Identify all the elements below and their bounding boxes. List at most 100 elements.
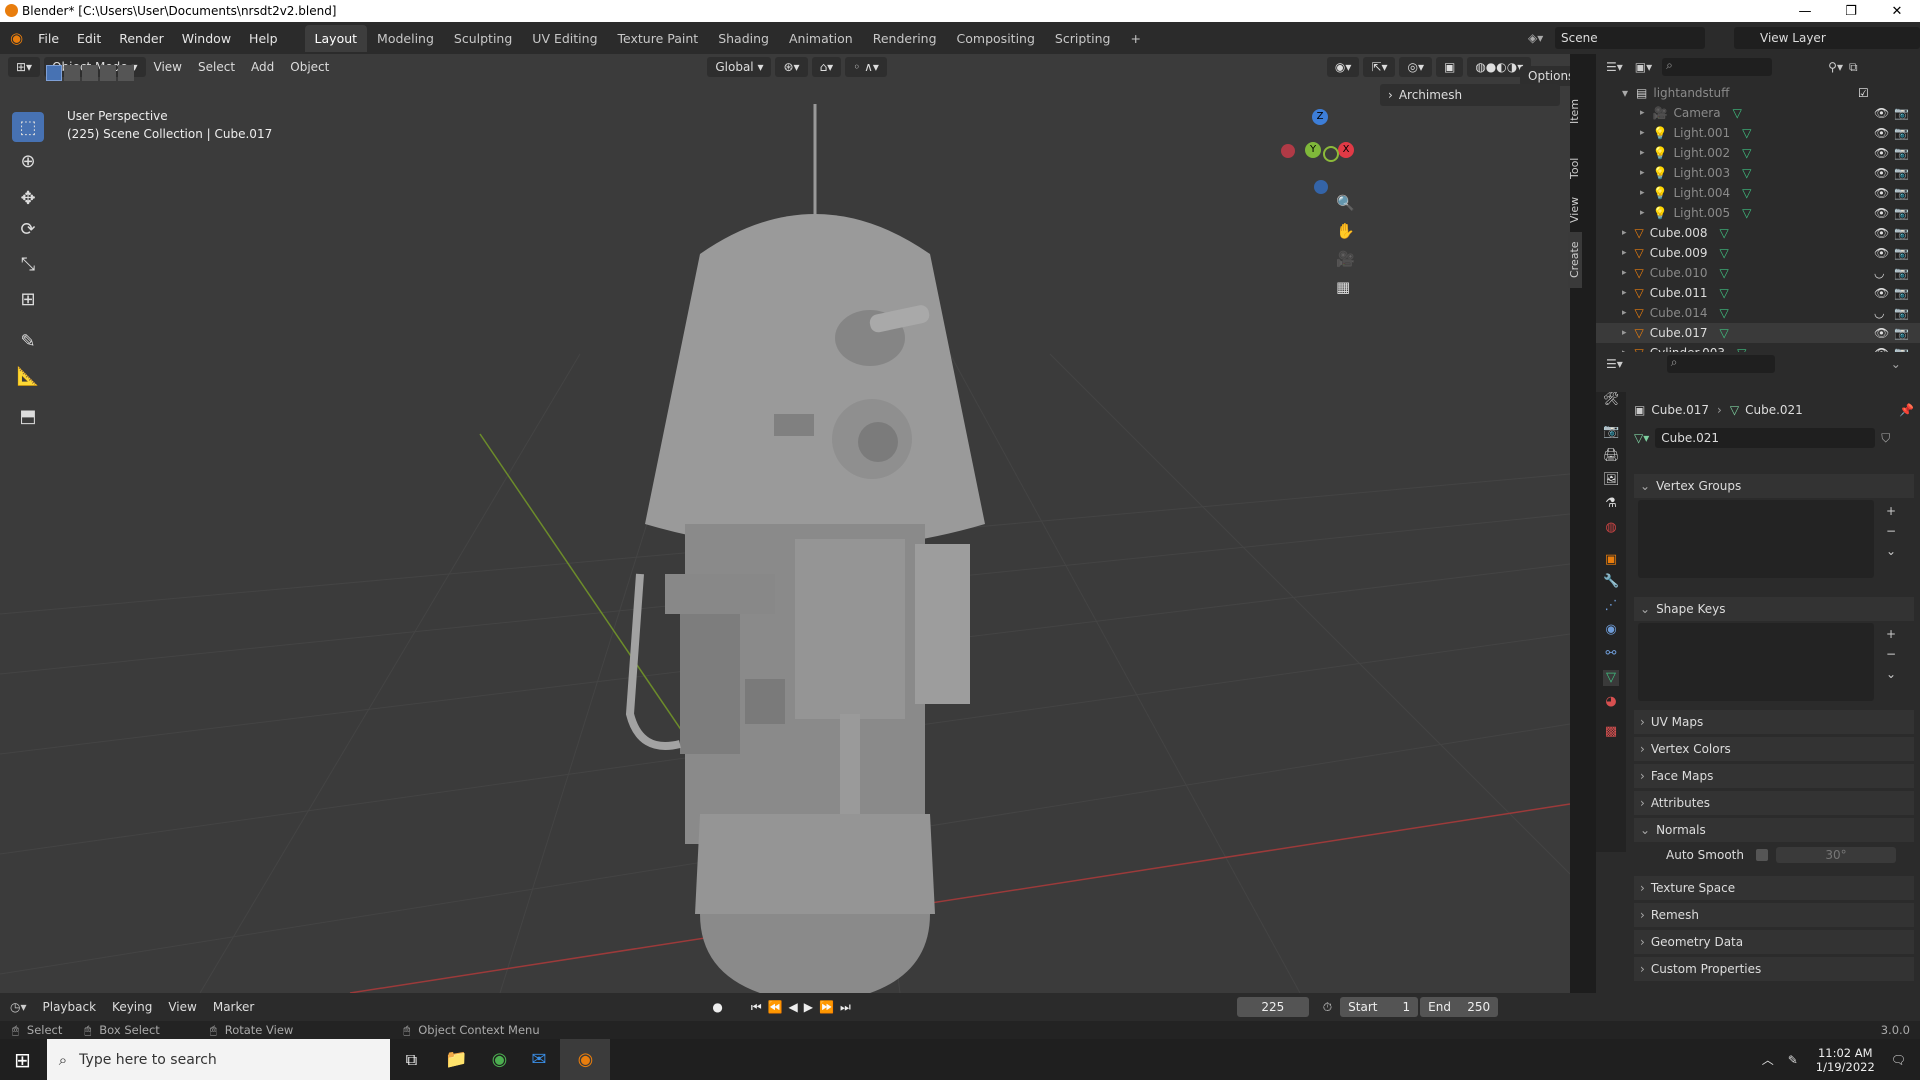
properties-editor-icon[interactable]: ☰▾	[1606, 357, 1623, 371]
outliner-item[interactable]: ▸ ▽ Cube.017 ▽ 👁 📷	[1596, 323, 1920, 343]
timeline-menu-marker[interactable]: Marker	[205, 1000, 262, 1014]
render-camera-icon[interactable]: 📷	[1894, 186, 1909, 200]
timeline-menu-view[interactable]: View	[160, 1000, 204, 1014]
render-camera-icon[interactable]: 📷	[1894, 106, 1909, 120]
panel-face-maps[interactable]: › Face Maps	[1634, 764, 1914, 788]
snap-icon[interactable]: ⌂▾	[811, 57, 842, 77]
move-icon[interactable]: ✥	[12, 183, 44, 213]
outliner-item[interactable]: ▸ 💡 Light.005 ▽ 👁 📷	[1596, 203, 1920, 223]
playback-controls-icon[interactable]: ⏮⏪◀▶⏩⏭	[751, 1000, 857, 1015]
tray-chevron-icon[interactable]: ︿	[1762, 1051, 1774, 1068]
tool-tab-icon[interactable]: 🛠	[1603, 392, 1620, 408]
remove-icon[interactable]: −	[1886, 647, 1896, 661]
expand-arrow-icon[interactable]: ▸	[1622, 288, 1627, 298]
render-camera-icon[interactable]: 📷	[1894, 246, 1909, 260]
close-button[interactable]: ✕	[1874, 0, 1920, 22]
panel-geometry-data[interactable]: › Geometry Data	[1634, 930, 1914, 954]
outliner-item[interactable]: ▸ 💡 Light.004 ▽ 👁 📷	[1596, 183, 1920, 203]
viewport-menu-select[interactable]: Select	[190, 60, 243, 74]
timeline-menu-keying[interactable]: Keying	[104, 1000, 160, 1014]
menu-edit[interactable]: Edit	[68, 31, 110, 46]
display-mode-icon[interactable]: ▣▾	[1635, 60, 1652, 74]
expand-arrow-icon[interactable]: ▸	[1622, 268, 1627, 278]
measure-icon[interactable]: 📐	[12, 361, 44, 391]
gizmo-toggle-icon[interactable]: ⇱▾	[1363, 57, 1396, 77]
expand-arrow-icon[interactable]: ▸	[1640, 128, 1645, 138]
expand-arrow-icon[interactable]: ▸	[1640, 168, 1645, 178]
viewport-menu-add[interactable]: Add	[243, 60, 282, 74]
tab-scripting[interactable]: Scripting	[1045, 25, 1121, 52]
eye-icon[interactable]: 👁	[1874, 186, 1889, 200]
archimesh-panel[interactable]: › Archimesh	[1380, 84, 1560, 106]
eye-icon[interactable]: 👁	[1874, 326, 1889, 340]
pan-hand-icon[interactable]: ✋	[1336, 222, 1355, 240]
panel-remesh[interactable]: › Remesh	[1634, 903, 1914, 927]
taskbar-search-box[interactable]: ⌕ Type here to search	[46, 1039, 390, 1080]
expand-arrow-icon[interactable]: ▸	[1640, 148, 1645, 158]
gizmo-x-axis[interactable]: X	[1338, 142, 1354, 158]
notification-icon[interactable]: 🗨	[1891, 1053, 1906, 1067]
outliner-editor-icon[interactable]: ☰▾	[1606, 60, 1623, 74]
select-subtract-icon[interactable]	[82, 65, 98, 81]
expand-arrow-icon[interactable]: ▸	[1622, 308, 1627, 318]
modifier-tab-icon[interactable]: 🔧	[1603, 574, 1619, 590]
record-icon[interactable]: ●	[712, 1000, 722, 1014]
expand-arrow-icon[interactable]: ▸	[1640, 108, 1645, 118]
object-tab-icon[interactable]: ▣	[1603, 552, 1619, 568]
outliner-item[interactable]: ▸ 💡 Light.001 ▽ 👁 📷	[1596, 123, 1920, 143]
tab-animation[interactable]: Animation	[779, 25, 863, 52]
orientation-selector[interactable]: Global ▾	[707, 57, 772, 77]
sidebar-tab-view[interactable]: View	[1568, 190, 1582, 230]
outliner-search-input[interactable]: ⌕	[1662, 58, 1773, 76]
select-box-icon[interactable]: ⬚	[12, 112, 44, 142]
panel-uv-maps[interactable]: › UV Maps	[1634, 710, 1914, 734]
mesh-browse-icon[interactable]: ▽▾	[1634, 431, 1649, 445]
panel-custom-properties[interactable]: › Custom Properties	[1634, 957, 1914, 981]
gizmo-y-axis[interactable]: Y	[1305, 142, 1321, 158]
sidebar-tab-item[interactable]: Item	[1568, 86, 1582, 136]
add-icon[interactable]: +	[1886, 504, 1896, 518]
restore-button[interactable]: ❐	[1828, 0, 1874, 22]
eye-icon[interactable]: ◡	[1874, 266, 1884, 280]
eye-icon[interactable]: 👁	[1874, 126, 1889, 140]
viewport-menu-view[interactable]: View	[146, 60, 190, 74]
eye-icon[interactable]: 👁	[1874, 166, 1889, 180]
select-intersect-icon[interactable]	[118, 65, 134, 81]
menu-render[interactable]: Render	[110, 31, 173, 46]
eye-icon[interactable]: 👁	[1874, 106, 1889, 120]
expand-arrow-icon[interactable]: ▾	[1622, 86, 1628, 100]
properties-search-input[interactable]: ⌕	[1666, 355, 1775, 373]
sidebar-tab-create[interactable]: Create	[1568, 232, 1582, 288]
render-camera-icon[interactable]: 📷	[1894, 206, 1909, 220]
task-view-icon[interactable]: ⧉	[406, 1050, 417, 1070]
pivot-icon[interactable]: ⊛▾	[775, 57, 808, 77]
panel-vertex-colors[interactable]: › Vertex Colors	[1634, 737, 1914, 761]
timeline-menu-playback[interactable]: Playback	[35, 1000, 105, 1014]
pin-icon[interactable]: 📌	[1899, 403, 1914, 417]
vertex-groups-list[interactable]	[1638, 500, 1874, 578]
select-extend-icon[interactable]	[64, 65, 80, 81]
scale-icon[interactable]: ⤡	[12, 249, 44, 279]
tab-texture-paint[interactable]: Texture Paint	[608, 25, 709, 52]
outliner-item[interactable]: ▸ ▽ Cube.008 ▽ 👁 📷	[1596, 223, 1920, 243]
transform-icon[interactable]: ⊞	[12, 284, 44, 314]
tab-shading[interactable]: Shading	[708, 25, 779, 52]
camera-view-icon[interactable]: 🎥	[1336, 250, 1355, 268]
ortho-grid-icon[interactable]: ▦	[1336, 278, 1355, 296]
current-frame-field[interactable]: 225	[1236, 997, 1309, 1017]
eye-icon[interactable]: 👁	[1874, 206, 1889, 220]
end-frame-field[interactable]: End 250	[1420, 997, 1499, 1017]
view-layer-selector[interactable]: View Layer	[1734, 27, 1920, 49]
new-collection-icon[interactable]: ⧉	[1849, 60, 1858, 75]
gizmo-neg-x[interactable]	[1281, 144, 1295, 158]
chrome-icon[interactable]: ◉	[492, 1049, 508, 1070]
select-new-icon[interactable]	[46, 65, 62, 81]
render-camera-icon[interactable]: 📷	[1894, 126, 1909, 140]
chevron-down-icon[interactable]: ⌄	[1886, 544, 1896, 558]
panel-shape-keys[interactable]: ⌄ Shape Keys	[1634, 597, 1914, 621]
options-button[interactable]: Options ▾	[1520, 66, 1570, 86]
expand-arrow-icon[interactable]: ▸	[1622, 328, 1627, 338]
properties-options-icon[interactable]: ⌄	[1891, 357, 1901, 371]
stopwatch-icon[interactable]: ⏱	[1323, 1000, 1332, 1015]
annotate-icon[interactable]: ✎	[12, 326, 44, 356]
